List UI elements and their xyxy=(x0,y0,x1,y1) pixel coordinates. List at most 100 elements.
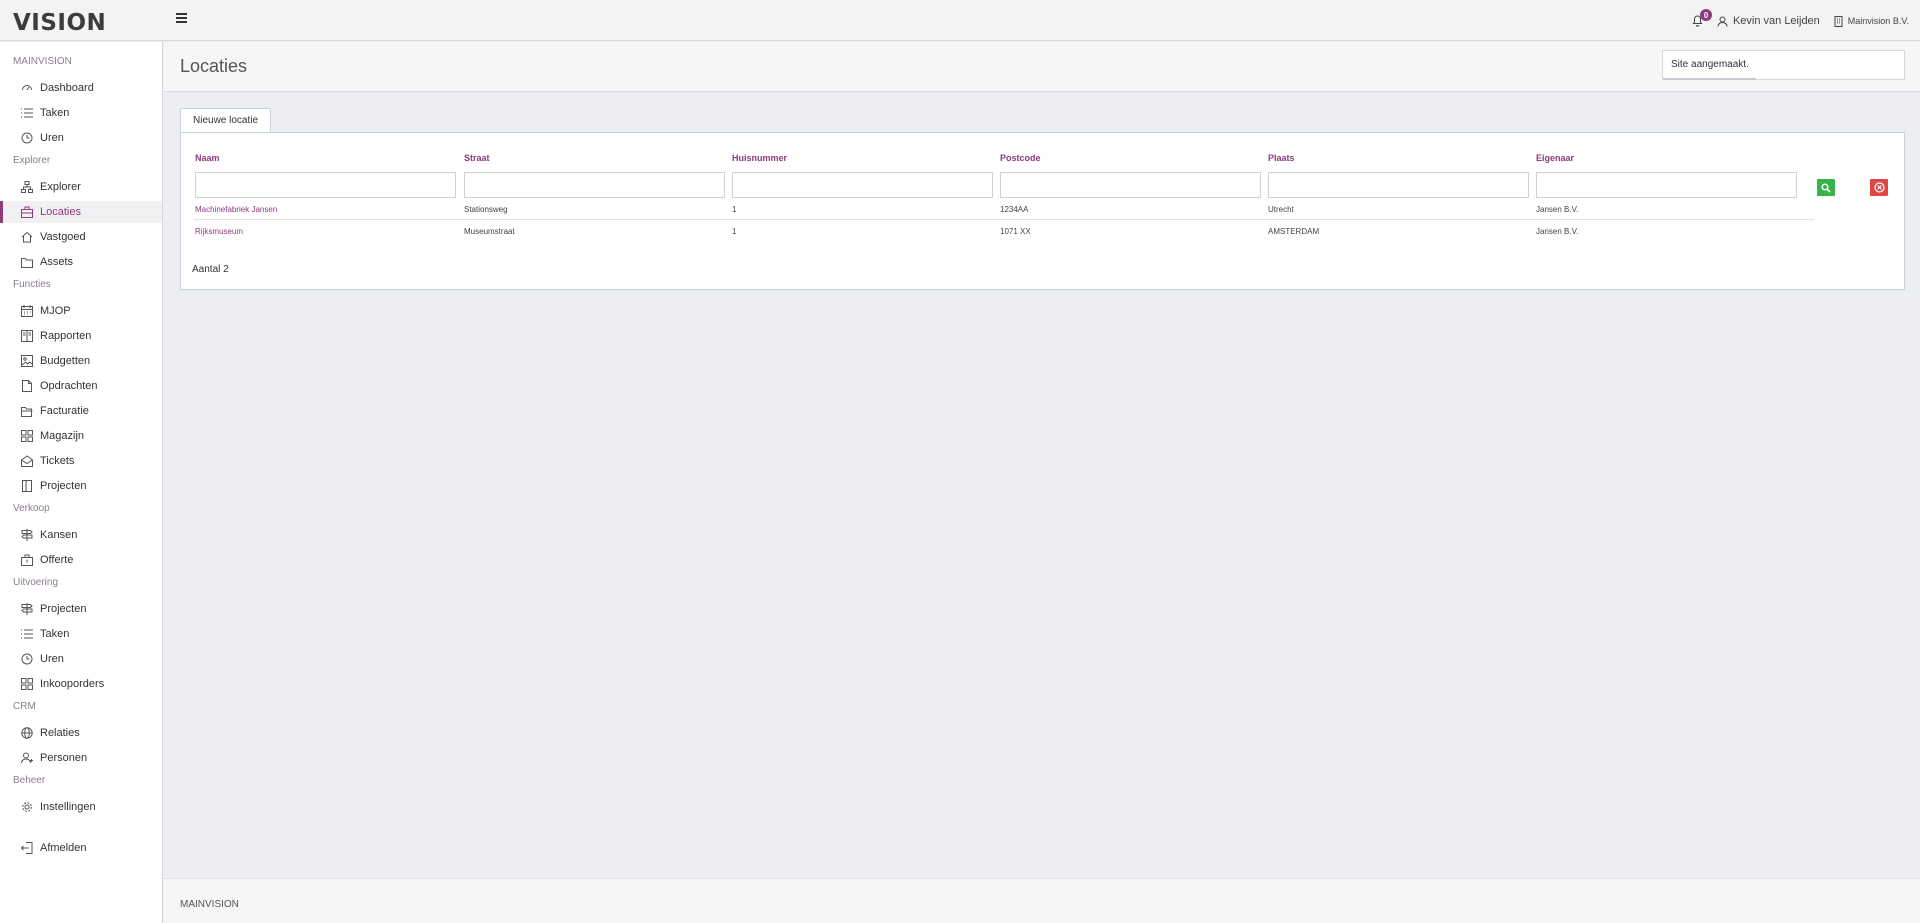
sidebar-item-afmelden[interactable]: Afmelden xyxy=(0,837,162,859)
filter-naam-input[interactable] xyxy=(195,172,456,198)
notifications-button[interactable]: 0 xyxy=(1692,9,1712,27)
user-menu[interactable]: Kevin van Leijden xyxy=(1717,15,1820,27)
top-right-controls: 0 Kevin van Leijden Mainvision B.V. xyxy=(1692,9,1909,32)
sidebar-item-label: Taken xyxy=(40,628,70,640)
calendar-icon xyxy=(20,304,34,318)
sidebar-item-explorer[interactable]: Explorer xyxy=(0,176,162,198)
sidebar-item-dashboard[interactable]: Dashboard xyxy=(0,77,162,99)
sidebar-item-rapporten[interactable]: Rapporten xyxy=(0,325,162,347)
gear-icon xyxy=(20,800,34,814)
document-icon xyxy=(20,379,34,393)
filter-postcode-input[interactable] xyxy=(1000,172,1261,198)
list-icon xyxy=(20,106,34,120)
toast-message: Site aangemaakt. xyxy=(1671,59,1749,70)
sidebar-item-magazijn[interactable]: Magazijn xyxy=(0,425,162,447)
sidebar-item-label: Afmelden xyxy=(40,842,87,854)
sidebar-item-locaties[interactable]: Locaties xyxy=(0,201,162,223)
sidebar-item-projecten-uitvoering[interactable]: Projecten xyxy=(0,598,162,620)
sidebar-item-uren-uitvoering[interactable]: Uren xyxy=(0,648,162,670)
sidebar-item-relaties[interactable]: Relaties xyxy=(0,722,162,744)
filter-plaats-input[interactable] xyxy=(1268,172,1529,198)
sidebar-item-personen[interactable]: Personen xyxy=(0,747,162,769)
sidebar-section-uitvoering: Uitvoering xyxy=(13,577,59,588)
sidebar-item-label: Projecten xyxy=(40,480,87,492)
filter-eigenaar-input[interactable] xyxy=(1536,172,1797,198)
table-row[interactable]: Rijksmuseum Museumstraat 1 1071 XX AMSTE… xyxy=(194,221,1814,242)
folder-icon xyxy=(20,255,34,269)
sidebar-section-mainvision: MAINVISION xyxy=(13,56,72,67)
search-button[interactable] xyxy=(1817,179,1835,196)
sidebar-item-taken-uitvoering[interactable]: Taken xyxy=(0,623,162,645)
filter-straat-input[interactable] xyxy=(464,172,725,198)
clear-filters-button[interactable] xyxy=(1870,179,1888,196)
top-bar: MAINVISION 0 Kevin van Leijden Mainvisio… xyxy=(0,0,1920,78)
sidebar-item-label: Dashboard xyxy=(40,82,94,94)
sidebar-item-facturatie[interactable]: Facturatie xyxy=(0,400,162,422)
column-header-plaats[interactable]: Plaats xyxy=(1268,153,1295,163)
location-box-icon xyxy=(20,205,34,219)
sidebar-item-label: Inkooporders xyxy=(40,678,105,690)
clock-icon xyxy=(20,131,34,145)
notification-count-badge: 0 xyxy=(1699,9,1712,21)
record-count: Aantal 2 xyxy=(192,264,229,275)
cell-straat: Museumstraat xyxy=(464,227,515,236)
success-toast[interactable]: Site aangemaakt. xyxy=(1662,50,1905,80)
logout-icon xyxy=(20,841,34,855)
signpost-icon xyxy=(20,528,34,542)
table-row[interactable]: Machinefabriek Jansen Stationsweg 1 1234… xyxy=(194,199,1814,220)
sidebar-item-label: Budgetten xyxy=(40,355,91,367)
sidebar-item-label: Taken xyxy=(40,107,70,119)
sidebar-item-label: Rapporten xyxy=(40,330,92,342)
menu-toggle-icon[interactable] xyxy=(176,13,187,23)
globe-icon xyxy=(20,726,34,740)
sidebar-section-explorer: Explorer xyxy=(13,155,51,166)
column-header-postcode[interactable]: Postcode xyxy=(1000,153,1041,163)
mainvision-logo[interactable]: MAINVISION xyxy=(13,10,247,78)
book-icon xyxy=(20,329,34,343)
close-circle-icon xyxy=(1873,182,1885,193)
briefcase-icon xyxy=(20,553,34,567)
sidebar-item-label: Personen xyxy=(40,752,88,764)
sidebar-item-budgetten[interactable]: Budgetten xyxy=(0,350,162,372)
sidebar-item-label: Instellingen xyxy=(40,801,96,813)
sidebar-item-label: Vastgoed xyxy=(40,231,86,243)
column-header-huisnummer[interactable]: Huisnummer xyxy=(732,153,787,163)
sidebar-item-offerte[interactable]: Offerte xyxy=(0,549,162,571)
gauge-icon xyxy=(20,81,34,95)
column-header-naam[interactable]: Naam xyxy=(195,153,220,163)
sidebar-item-vastgoed[interactable]: Vastgoed xyxy=(0,226,162,248)
sidebar-item-label: Explorer xyxy=(40,181,81,193)
sidebar-item-kansen[interactable]: Kansen xyxy=(0,524,162,546)
sidebar-section-verkoop: Verkoop xyxy=(13,503,50,514)
sidebar-item-assets[interactable]: Assets xyxy=(0,251,162,273)
sidebar-section-functies: Functies xyxy=(13,279,51,290)
sidebar-item-label: Opdrachten xyxy=(40,380,98,392)
filter-huisnummer-input[interactable] xyxy=(732,172,993,198)
cell-naam[interactable]: Rijksmuseum xyxy=(195,227,243,236)
clock-icon xyxy=(20,652,34,666)
sidebar-item-instellingen[interactable]: Instellingen xyxy=(0,796,162,818)
logo-vision-text: VISION xyxy=(13,10,107,36)
sidebar-item-uren[interactable]: Uren xyxy=(0,127,162,149)
sidebar-item-opdrachten[interactable]: Opdrachten xyxy=(0,375,162,397)
sidebar-item-inkooporders[interactable]: Inkooporders xyxy=(0,673,162,695)
sidebar-item-taken[interactable]: Taken xyxy=(0,102,162,124)
cell-plaats: Utrecht xyxy=(1268,205,1294,214)
tab-nieuwe-locatie[interactable]: Nieuwe locatie xyxy=(180,108,272,132)
sidebar-section-beheer: Beheer xyxy=(13,775,46,786)
cell-huisnummer: 1 xyxy=(732,227,737,236)
sidebar: MAINVISION Dashboard Taken Uren Explorer… xyxy=(0,42,163,923)
sidebar-item-projecten[interactable]: Projecten xyxy=(0,475,162,497)
column-header-straat[interactable]: Straat xyxy=(464,153,490,163)
envelope-open-icon xyxy=(20,454,34,468)
sitemap-icon xyxy=(20,180,34,194)
sidebar-item-label: MJOP xyxy=(40,305,71,317)
company-menu[interactable]: Mainvision B.V. xyxy=(1834,15,1909,27)
sidebar-item-tickets[interactable]: Tickets xyxy=(0,450,162,472)
cell-naam[interactable]: Machinefabriek Jansen xyxy=(195,205,277,214)
sidebar-item-label: Uren xyxy=(40,132,64,144)
sidebar-item-mjop[interactable]: MJOP xyxy=(0,300,162,322)
column-header-eigenaar[interactable]: Eigenaar xyxy=(1536,153,1574,163)
page-header: Locaties Site aangemaakt. xyxy=(164,42,1920,92)
grid-icon xyxy=(20,429,34,443)
